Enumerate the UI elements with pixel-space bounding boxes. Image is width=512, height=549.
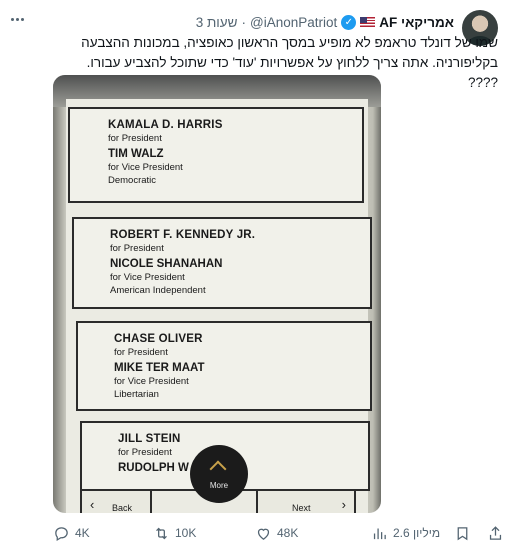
vice-president-role: for Vice President <box>108 162 183 173</box>
bookmark-button[interactable] <box>454 522 471 544</box>
candidate-box: CHASE OLIVER for President MIKE TER MAAT… <box>76 321 372 411</box>
retweet-button[interactable]: 10K <box>153 522 196 544</box>
ballot-screen: KAMALA D. HARRIS for President TIM WALZ … <box>66 99 372 513</box>
back-button[interactable]: ‹ Back <box>80 489 152 513</box>
president-name: KAMALA D. HARRIS <box>108 119 223 131</box>
candidate-box: KAMALA D. HARRIS for President TIM WALZ … <box>68 107 364 203</box>
president-role: for President <box>110 243 164 254</box>
handle[interactable]: @iAnonPatriot <box>250 15 337 30</box>
vice-president-name: MIKE TER MAAT <box>114 362 205 374</box>
vice-president-name: TIM WALZ <box>108 148 164 160</box>
action-bar: 4K 10K 48K 2.6 מיליון <box>0 522 512 544</box>
chevron-left-icon: ‹ <box>90 497 95 512</box>
display-name[interactable]: AF אמריקאי <box>379 15 454 30</box>
share-button[interactable] <box>487 522 504 544</box>
tweet-header: AF אמריקאי ✓ @iAnonPatriot · 3 שעות <box>196 13 454 31</box>
views-chart-icon <box>373 528 386 539</box>
chevron-right-icon: › <box>341 497 346 512</box>
more-options-button[interactable]: More <box>190 445 248 503</box>
share-icon <box>489 525 502 540</box>
timestamp[interactable]: 3 שעות <box>196 15 238 30</box>
president-name: JILL STEIN <box>118 433 181 445</box>
vice-president-role: for Vice President <box>114 376 189 387</box>
retweet-count: 10K <box>175 526 197 540</box>
tweet: AF אמריקאי ✓ @iAnonPatriot · 3 שעות שמו … <box>0 0 512 549</box>
party-name: Democratic <box>108 175 157 186</box>
next-button[interactable]: Next › <box>256 489 356 513</box>
retweet-icon <box>156 527 167 539</box>
president-role: for President <box>114 347 168 358</box>
tweet-photo[interactable]: KAMALA D. HARRIS for President TIM WALZ … <box>53 75 381 513</box>
next-label: Next <box>292 503 311 513</box>
vice-president-name: NICOLE SHANAHAN <box>110 258 223 270</box>
us-flag-icon <box>360 17 376 27</box>
more-dots-icon[interactable] <box>6 10 28 28</box>
party-name: American Independent <box>110 285 206 296</box>
president-name: CHASE OLIVER <box>114 333 203 345</box>
separator: · <box>241 14 247 30</box>
candidate-box: ROBERT F. KENNEDY JR. for President NICO… <box>72 217 372 309</box>
reply-button[interactable]: 4K <box>53 522 90 544</box>
back-label: Back <box>112 503 133 513</box>
views-count: 2.6 מיליון <box>393 526 441 540</box>
like-button[interactable]: 48K <box>255 522 298 544</box>
party-name: Libertarian <box>114 389 159 400</box>
reply-count: 4K <box>75 526 90 540</box>
president-role: for President <box>108 133 162 144</box>
verified-badge-icon: ✓ <box>341 14 357 30</box>
chevron-up-icon <box>209 460 227 478</box>
president-name: ROBERT F. KENNEDY JR. <box>110 229 256 241</box>
vice-president-role: for Vice President <box>110 272 185 283</box>
more-label: More <box>209 481 229 490</box>
views-button[interactable]: 2.6 מיליון <box>371 522 440 544</box>
like-count: 48K <box>277 526 299 540</box>
heart-icon <box>257 528 270 540</box>
bookmark-icon <box>457 526 468 540</box>
president-role: for President <box>118 447 172 458</box>
reply-icon <box>55 526 68 541</box>
